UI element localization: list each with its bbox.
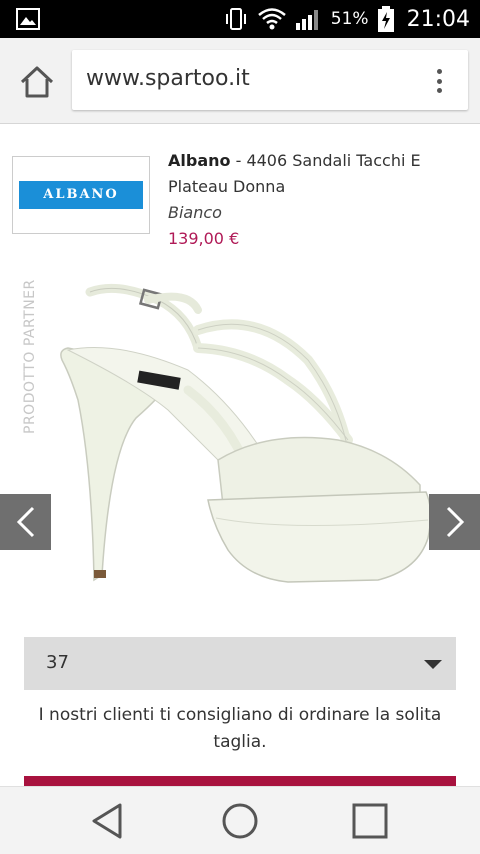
address-bar[interactable]: www.spartoo.it	[72, 50, 468, 110]
image-notification-icon	[16, 8, 40, 30]
carousel-prev-button[interactable]	[0, 494, 51, 550]
brand-logo-text: ALBANO	[19, 181, 143, 209]
overflow-menu-icon[interactable]	[424, 66, 454, 96]
brand-logo[interactable]: ALBANO	[12, 156, 150, 234]
home-icon[interactable]	[18, 64, 56, 100]
chevron-right-icon	[446, 506, 464, 538]
chevron-down-icon	[424, 660, 442, 669]
product-image[interactable]	[48, 270, 438, 590]
size-select-value: 37	[46, 652, 69, 673]
product-title: Albano - 4406 Sandali Tacchi E Plateau D…	[168, 148, 468, 200]
size-recommendation: I nostri clienti ti consigliano di ordin…	[38, 705, 442, 752]
browser-toolbar: www.spartoo.it	[0, 38, 480, 124]
brand-name: Albano	[168, 151, 231, 170]
navigation-bar	[0, 786, 480, 854]
size-select[interactable]: 37	[24, 637, 456, 690]
battery-charging-icon	[377, 6, 394, 32]
wifi-icon	[257, 8, 286, 30]
carousel-next-button[interactable]	[429, 494, 480, 550]
product-info: Albano - 4406 Sandali Tacchi E Plateau D…	[168, 148, 468, 252]
status-bar: 51% 21:04	[0, 0, 480, 38]
partner-label: PRODOTTO PARTNER	[22, 279, 38, 434]
url-text[interactable]: www.spartoo.it	[86, 66, 250, 91]
vibrate-icon	[225, 8, 246, 30]
signal-icon	[295, 10, 318, 30]
product-color: Bianco	[168, 203, 222, 222]
status-clock: 21:04	[406, 6, 470, 32]
recents-icon[interactable]	[350, 801, 390, 841]
battery-percent: 51%	[330, 9, 369, 29]
chevron-left-icon	[16, 506, 34, 538]
product-price: 139,00 €	[168, 229, 240, 248]
status-icons: 51% 21:04	[223, 0, 470, 38]
back-icon[interactable]	[88, 801, 128, 841]
home-circle-icon[interactable]	[220, 801, 260, 841]
